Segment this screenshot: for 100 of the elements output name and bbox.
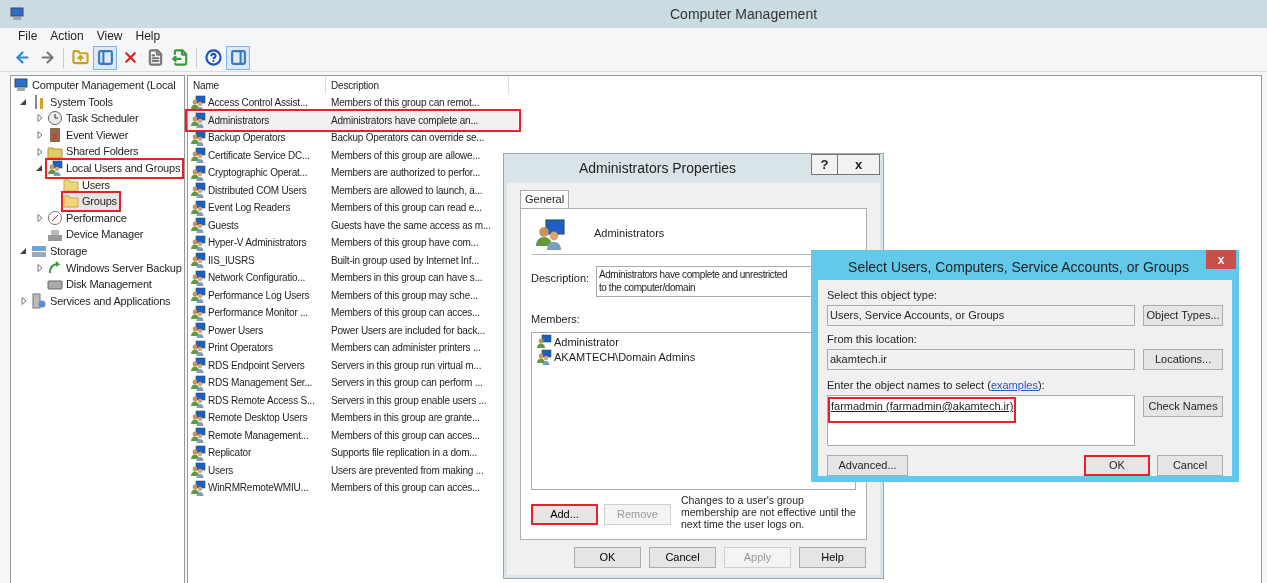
- group-name: WinRMRemoteWMIU...: [208, 481, 309, 496]
- user-icon: [536, 334, 552, 350]
- group-row[interactable]: Access Control Assist... Members of this group can remot...: [188, 94, 518, 112]
- group-description: Members are allowed to launch, a...: [330, 183, 483, 198]
- action-pane-button[interactable]: [226, 45, 250, 70]
- dialog-button[interactable]: Advanced...: [827, 455, 908, 476]
- group-row[interactable]: Network Configuratio... Members in this group can have s...: [188, 269, 518, 287]
- menu-item[interactable]: Action: [50, 27, 84, 45]
- help-button[interactable]: ?: [811, 154, 838, 175]
- group-name: Distributed COM Users: [208, 183, 307, 198]
- group-row[interactable]: Remote Management... Members of this group can acces...: [188, 426, 518, 444]
- group-row[interactable]: Power Users Power Users are included for back...: [188, 321, 518, 339]
- tree-item[interactable]: Users: [63, 176, 112, 194]
- group-row[interactable]: Performance Log Users Members of this group may sche...: [188, 286, 518, 304]
- close-button[interactable]: x: [838, 154, 880, 175]
- group-description: Guests have the same access as m...: [330, 218, 491, 233]
- group-row[interactable]: Cryptographic Operat... Members are authorized to perfor...: [188, 164, 518, 182]
- close-button[interactable]: x: [1206, 250, 1236, 269]
- column-header[interactable]: Description: [326, 76, 509, 94]
- group-name: Administrators: [594, 226, 665, 242]
- dialog-button[interactable]: Cancel: [649, 547, 716, 568]
- group-icon: [536, 349, 552, 365]
- group-icon: [190, 129, 206, 146]
- group-row[interactable]: Print Operators Members can administer printers ...: [188, 339, 518, 357]
- group-name: RDS Remote Access S...: [208, 393, 315, 408]
- dialog-button[interactable]: OK: [1084, 455, 1150, 476]
- group-row[interactable]: RDS Management Ser... Servers in this group can perform ...: [188, 374, 518, 392]
- tab[interactable]: General: [520, 190, 570, 208]
- check-names-button[interactable]: Check Names: [1143, 396, 1223, 417]
- group-description: Power Users are included for back...: [330, 323, 485, 338]
- group-name: Hyper-V Administrators: [208, 236, 307, 251]
- tree-item[interactable]: Task Scheduler: [47, 110, 141, 127]
- gauge-icon: [47, 210, 63, 227]
- membership-note: Changes to a user's group membership are not effective until the next time the user logs on.: [681, 493, 856, 530]
- tree-pane-button[interactable]: [93, 45, 117, 70]
- group-description: Backup Operators can override se...: [330, 131, 485, 146]
- group-icon: [534, 217, 566, 250]
- group-row[interactable]: Remote Desktop Users Members in this group are grante...: [188, 409, 518, 427]
- tree-item[interactable]: Disk Management: [47, 276, 154, 293]
- object-names-field[interactable]: farmadmin (farmadmin@akamtech.ir): [827, 395, 1136, 446]
- group-icon: [190, 339, 206, 356]
- tree-item[interactable]: Local Users and Groups: [47, 160, 183, 177]
- tree-item[interactable]: Shared Folders: [47, 143, 141, 160]
- group-name: Certificate Service DC...: [208, 148, 310, 163]
- group-icon: [190, 462, 206, 479]
- group-icon: [190, 164, 206, 181]
- group-icon: [190, 392, 206, 409]
- group-description: Built-in group used by Internet Inf...: [330, 253, 480, 268]
- object-type-field: Users, Service Accounts, or Groups: [827, 305, 1136, 326]
- tree-item[interactable]: Performance: [47, 209, 129, 227]
- tree-item[interactable]: System Tools: [31, 93, 115, 111]
- services-icon: [31, 293, 47, 309]
- group-icon: [190, 304, 206, 321]
- menu-item[interactable]: View: [96, 27, 123, 45]
- group-icon: [190, 322, 206, 339]
- group-row[interactable]: Certificate Service DC... Members of this group are allowe...: [188, 146, 518, 164]
- group-row[interactable]: Performance Monitor ... Members of this group can acces...: [188, 304, 518, 322]
- tree-item[interactable]: Event Viewer: [47, 126, 131, 144]
- group-icon: [190, 444, 206, 461]
- group-row[interactable]: Distributed COM Users Members are allowed to launch, a...: [188, 181, 518, 199]
- group-row[interactable]: Backup Operators Backup Operators can override se...: [188, 129, 518, 147]
- group-row[interactable]: IIS_IUSRS Built-in group used by Internet Inf...: [188, 251, 518, 269]
- tree-item[interactable]: Groups: [63, 193, 119, 210]
- group-name: Replicator: [208, 446, 252, 461]
- dialog-button[interactable]: OK: [574, 547, 641, 568]
- export-icon: [171, 49, 189, 66]
- tree-item[interactable]: Services and Applications: [31, 292, 173, 310]
- locations-button[interactable]: Locations...: [1143, 349, 1223, 370]
- dialog-button[interactable]: Cancel: [1157, 455, 1223, 476]
- object-types-button[interactable]: Object Types...: [1143, 305, 1223, 326]
- tree-item[interactable]: Device Manager: [47, 226, 146, 243]
- help-icon: [204, 49, 222, 66]
- group-name: IIS_IUSRS: [208, 253, 255, 268]
- group-row[interactable]: Replicator Supports file replication in a dom...: [188, 444, 518, 462]
- group-description: Users are prevented from making ...: [330, 463, 484, 478]
- properties-icon: [146, 49, 164, 66]
- folder-icon: [63, 193, 79, 210]
- tree-item[interactable]: Windows Server Backup: [47, 259, 184, 277]
- menu-item[interactable]: File: [18, 27, 38, 45]
- dialog-button[interactable]: Add...: [531, 503, 598, 525]
- group-row[interactable]: WinRMRemoteWMIU... Members of this group can acces...: [188, 479, 518, 497]
- group-row[interactable]: Users Users are prevented from making ...: [188, 461, 518, 479]
- action-pane-icon: [229, 49, 247, 66]
- group-icon: [190, 479, 206, 496]
- column-header[interactable]: Name: [188, 76, 326, 94]
- computer-icon: [9, 6, 25, 22]
- group-icon: [190, 409, 206, 426]
- group-row[interactable]: Guests Guests have the same access as m...: [188, 216, 518, 234]
- group-row[interactable]: RDS Remote Access S... Servers in this group enable users ...: [188, 391, 518, 409]
- tree-item[interactable]: Storage: [31, 243, 90, 260]
- group-row[interactable]: Hyper-V Administrators Members of this group have com...: [188, 234, 518, 252]
- dialog-button[interactable]: Help: [799, 547, 866, 568]
- group-row[interactable]: Event Log Readers Members of this group can read e...: [188, 199, 518, 217]
- group-description: Supports file replication in a dom...: [330, 446, 477, 461]
- menu-item[interactable]: Help: [135, 27, 161, 45]
- group-name: Event Log Readers: [208, 201, 291, 216]
- group-row[interactable]: Administrators Administrators have complete an...: [188, 111, 518, 129]
- group-row[interactable]: RDS Endpoint Servers Servers in this group run virtual m...: [188, 356, 518, 374]
- group-icon: [190, 269, 206, 286]
- tree-item[interactable]: Computer Management (Local: [13, 77, 178, 94]
